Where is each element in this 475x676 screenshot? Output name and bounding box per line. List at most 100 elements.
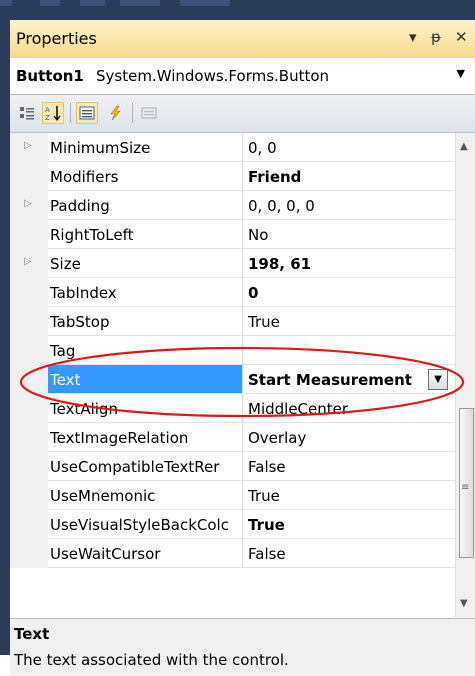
property-row[interactable]: RightToLeft No — [10, 220, 455, 249]
column-separator — [242, 278, 243, 307]
property-row[interactable]: Text Start Measurement ▼ — [10, 365, 455, 394]
panel-titlebar: Properties ▾ ᵽ ✕ — [10, 20, 475, 59]
row-gutter — [10, 423, 48, 452]
property-name: Padding — [50, 197, 110, 215]
column-separator — [242, 365, 243, 394]
strip-segment — [40, 0, 60, 6]
property-value[interactable]: True — [248, 313, 454, 331]
column-separator — [242, 452, 243, 481]
strip-segment — [80, 0, 105, 6]
property-row[interactable]: ▷ MinimumSize 0, 0 — [10, 133, 455, 162]
column-separator — [242, 307, 243, 336]
property-row[interactable]: TabIndex 0 — [10, 278, 455, 307]
vertical-scrollbar[interactable]: ▲ ≡ ▼ — [455, 133, 475, 617]
property-value[interactable]: True — [248, 516, 454, 534]
row-gutter — [10, 336, 48, 365]
scroll-grip-icon: ≡ — [461, 482, 470, 493]
expand-triangle-icon[interactable]: ▷ — [24, 198, 32, 209]
property-name: Modifiers — [50, 168, 119, 186]
object-name: Button1 — [16, 67, 84, 85]
row-gutter — [10, 539, 48, 568]
row-gutter — [10, 220, 48, 249]
column-separator — [242, 539, 243, 568]
property-name: TabIndex — [50, 284, 117, 302]
description-text: The text associated with the control. — [14, 651, 289, 669]
chevron-down-icon[interactable]: ▼ — [457, 67, 465, 80]
row-gutter — [10, 307, 48, 336]
property-row[interactable]: Modifiers Friend — [10, 162, 455, 191]
property-value[interactable]: False — [248, 545, 454, 563]
object-selector[interactable]: Button1 System.Windows.Forms.Button ▼ — [10, 58, 475, 95]
events-lightning-icon[interactable] — [104, 102, 126, 124]
property-value[interactable]: Overlay — [248, 429, 454, 447]
property-grid: ▷ MinimumSize 0, 0 Modifiers Friend ▷ Padding 0… — [10, 133, 455, 617]
pin-icon[interactable]: ᵽ — [431, 28, 441, 46]
alphabetical-sort-icon[interactable]: AZ — [42, 102, 64, 124]
property-value[interactable]: 0, 0 — [248, 139, 454, 157]
properties-toolbar: AZ — [10, 95, 475, 133]
property-row[interactable]: UseMnemonic True — [10, 481, 455, 510]
property-value[interactable]: 198, 61 — [248, 255, 454, 273]
property-value[interactable]: True — [248, 487, 454, 505]
property-name: Text — [50, 371, 81, 389]
expand-triangle-icon[interactable]: ▷ — [24, 256, 32, 267]
property-name: MinimumSize — [50, 139, 151, 157]
row-gutter — [10, 365, 48, 394]
row-gutter — [10, 452, 48, 481]
svg-text:A: A — [45, 106, 50, 114]
property-pages-icon[interactable] — [138, 102, 160, 124]
value-dropdown-button[interactable]: ▼ — [428, 369, 448, 390]
property-row[interactable]: ▷ Size 198, 61 — [10, 249, 455, 278]
strip-segment — [180, 0, 230, 6]
categorized-icon[interactable] — [16, 102, 38, 124]
properties-panel: Properties ▾ ᵽ ✕ Button1 System.Windows.… — [10, 20, 475, 676]
column-separator — [242, 133, 243, 162]
property-row[interactable]: UseWaitCursor False — [10, 539, 455, 568]
description-title: Text — [14, 625, 50, 643]
property-name: UseWaitCursor — [50, 545, 161, 563]
object-type: System.Windows.Forms.Button — [96, 67, 330, 85]
property-value[interactable]: 0, 0, 0, 0 — [248, 197, 454, 215]
property-value[interactable]: Friend — [248, 168, 454, 186]
strip-segment — [120, 0, 160, 6]
row-gutter — [10, 162, 48, 191]
property-row[interactable]: TabStop True — [10, 307, 455, 336]
window-position-dropdown-icon[interactable]: ▾ — [409, 28, 417, 46]
property-name: TabStop — [50, 313, 110, 331]
row-gutter — [10, 481, 48, 510]
property-row[interactable]: TextAlign MiddleCenter — [10, 394, 455, 423]
close-icon[interactable]: ✕ — [455, 28, 468, 46]
property-value[interactable]: 0 — [248, 284, 454, 302]
description-pane: Text The text associated with the contro… — [10, 618, 475, 676]
property-name: UseVisualStyleBackColc — [50, 516, 229, 534]
row-gutter — [10, 394, 48, 423]
column-separator — [242, 510, 243, 539]
property-name: TextAlign — [50, 400, 118, 418]
property-value[interactable]: False — [248, 458, 454, 476]
column-separator — [242, 191, 243, 220]
row-divider — [48, 567, 455, 568]
property-row[interactable]: UseCompatibleTextRer False — [10, 452, 455, 481]
properties-view-icon[interactable] — [76, 102, 98, 124]
column-separator — [242, 423, 243, 452]
property-row[interactable]: UseVisualStyleBackColc True — [10, 510, 455, 539]
toolbar-separator — [70, 103, 71, 123]
property-value[interactable]: MiddleCenter — [248, 400, 454, 418]
property-value[interactable]: No — [248, 226, 454, 244]
scroll-up-icon[interactable]: ▲ — [460, 141, 468, 152]
strip-segment — [0, 0, 12, 6]
expand-triangle-icon[interactable]: ▷ — [24, 140, 32, 151]
property-row[interactable]: ▷ Padding 0, 0, 0, 0 — [10, 191, 455, 220]
column-separator — [242, 220, 243, 249]
property-row[interactable]: TextImageRelation Overlay — [10, 423, 455, 452]
property-row[interactable]: Tag — [10, 336, 455, 365]
property-name: RightToLeft — [50, 226, 134, 244]
scroll-down-icon[interactable]: ▼ — [460, 598, 468, 609]
toolbar-separator — [132, 103, 133, 123]
column-separator — [242, 162, 243, 191]
svg-text:Z: Z — [45, 114, 50, 121]
property-value[interactable]: Start Measurement — [248, 371, 454, 389]
property-name: Size — [50, 255, 81, 273]
column-separator — [242, 249, 243, 278]
panel-title: Properties — [16, 29, 97, 48]
